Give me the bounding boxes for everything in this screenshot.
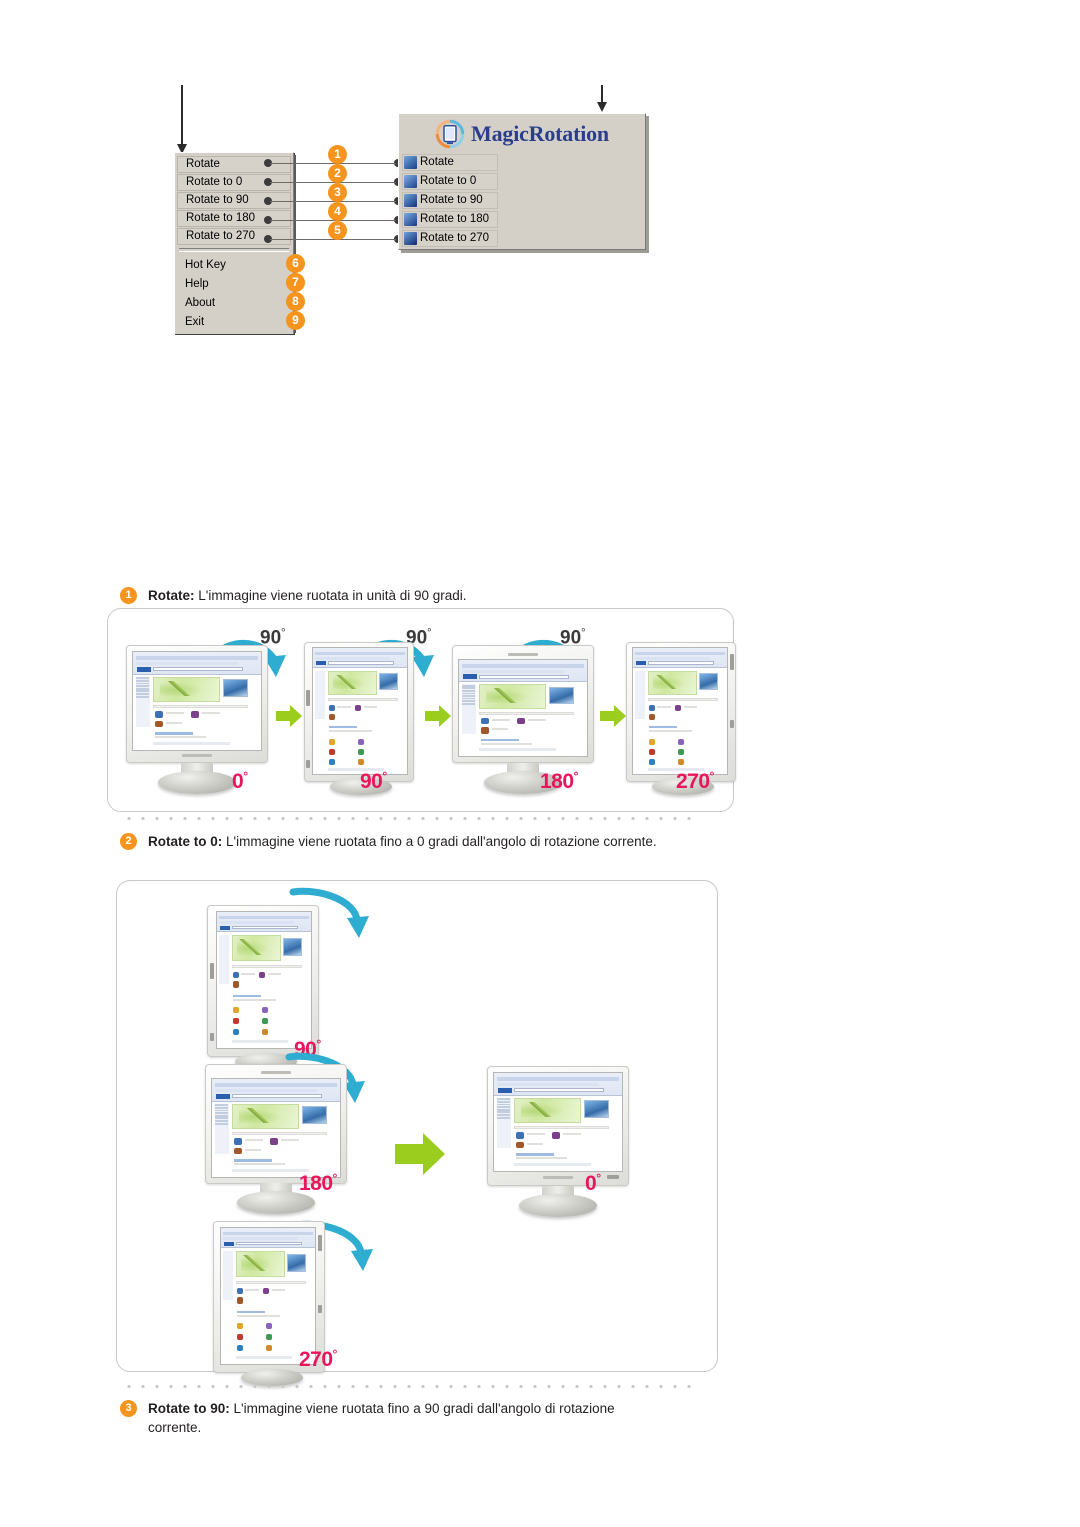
pointer-arrow-to-context-menu (177, 85, 187, 154)
ctx-item-help[interactable]: Help (177, 275, 291, 293)
mr-item-rotate-label: Rotate (420, 156, 454, 168)
monitor-base (158, 771, 236, 794)
monitor-brand-mark (261, 1071, 291, 1074)
screen-page (459, 660, 587, 756)
mr-item-rotate-to-0[interactable]: Rotate to 0 (402, 173, 498, 190)
ctx-item-exit[interactable]: Exit (177, 313, 291, 331)
screen-page (633, 648, 727, 774)
screen-page (494, 1073, 622, 1171)
monitor-side-button (730, 720, 734, 728)
mr-item-rotate-to-90[interactable]: Rotate to 90 (402, 192, 498, 209)
ctx-item-rotate[interactable]: Rotate (177, 156, 291, 173)
mr-item-rotate-to-90-label: Rotate to 90 (420, 194, 483, 206)
tray-context-menu[interactable]: Rotate Rotate to 0 Rotate to 90 Rotate t… (174, 152, 294, 334)
monitor-side-button (306, 690, 310, 706)
section-3-badge: 3 (120, 1400, 137, 1417)
magicrotation-title: MagicRotation (471, 121, 609, 146)
mr-item-rotate-to-270[interactable]: Rotate to 270 (402, 230, 498, 247)
monitor-screen (132, 651, 262, 751)
section-2-text: L'immagine viene ruotata fino a 0 gradi … (222, 834, 657, 849)
figure2-step-label-180: 180° (299, 1171, 337, 1195)
callout-badge-7: 7 (286, 273, 305, 292)
figure1-state-label-0: 0° (232, 769, 248, 793)
monitor-screen (493, 1072, 623, 1172)
figure-1-panel: 90° 90° 90° 0° 90° 180° 270° (107, 608, 736, 812)
monitor-screen (458, 659, 588, 757)
pointer-arrow-to-magicrotation-panel (597, 85, 607, 112)
magicrotation-logo-row: MagicRotation (399, 119, 645, 149)
screen-page (133, 652, 261, 750)
ctx-item-rotate-to-180[interactable]: Rotate to 180 (177, 210, 291, 227)
callout-badge-8: 8 (286, 292, 305, 311)
section-3-term: Rotate to 90 (148, 1401, 226, 1416)
figure2-step-label-0: 0° (585, 1171, 601, 1195)
monitor-power-button (607, 1175, 619, 1179)
figure1-monitor-0deg (126, 645, 272, 794)
context-menu-separator (179, 248, 289, 252)
monitor-side-button (210, 963, 214, 979)
rotate-to-180-icon (404, 213, 417, 226)
mr-item-rotate-to-180-label: Rotate to 180 (420, 213, 490, 225)
monitor-base (519, 1194, 597, 1217)
monitor-screen (632, 647, 728, 775)
monitor-side-button (210, 1033, 214, 1041)
magicrotation-callout-diagram: Rotate Rotate to 0 Rotate to 90 Rotate t… (0, 0, 1080, 360)
monitor-screen (220, 1227, 316, 1365)
figure1-green-arrow-3 (600, 705, 626, 727)
rotate-to-0-icon (404, 175, 417, 188)
magicrotation-logo-icon (435, 119, 465, 149)
mr-item-rotate-to-270-label: Rotate to 270 (420, 232, 490, 244)
magicrotation-panel[interactable]: MagicRotation Rotate Rotate to 0 Rotate … (398, 113, 646, 250)
divider-2 (122, 1384, 692, 1389)
rotate-to-270-icon (404, 232, 417, 245)
monitor-side-button (306, 760, 310, 768)
figure1-state-label-180: 180° (540, 769, 578, 793)
screen-page (313, 648, 407, 774)
figure1-state-label-90: 90° (360, 769, 387, 793)
monitor-brand-mark (543, 1176, 573, 1179)
monitor-brand-mark (508, 653, 538, 656)
callout-badge-6: 6 (286, 254, 305, 273)
callout-badge-4: 4 (328, 202, 347, 221)
figure2-curved-arrow-1 (289, 887, 369, 938)
divider-1 (122, 816, 692, 821)
callout-badge-9: 9 (286, 311, 305, 330)
section-2-badge: 2 (120, 833, 137, 850)
figure1-green-arrow-1 (276, 705, 302, 727)
mr-item-rotate[interactable]: Rotate (402, 154, 498, 171)
ctx-item-rotate-to-270[interactable]: Rotate to 270 (177, 228, 291, 245)
monitor-side-button (318, 1235, 322, 1251)
ctx-item-hot-key[interactable]: Hot Key (177, 256, 291, 274)
callout-badge-5: 5 (328, 221, 347, 240)
section-1-caption: 1 Rotate: L'immagine viene ruotata in uni… (120, 586, 728, 605)
section-1-text: L'immagine viene ruotata in unità di 90 … (194, 588, 467, 603)
figure1-state-label-270: 270° (676, 769, 714, 793)
monitor-brand-mark (182, 754, 212, 757)
monitor-side-button (730, 654, 734, 670)
figure1-green-arrow-2 (425, 705, 451, 727)
section-1-term: Rotate (148, 588, 191, 603)
screen-page (221, 1228, 315, 1364)
rotate-icon (404, 156, 417, 169)
ctx-item-about[interactable]: About (177, 294, 291, 312)
section-2-caption: 2 Rotate to 0: L'immagine viene ruotata f… (120, 832, 708, 851)
mr-item-rotate-to-0-label: Rotate to 0 (420, 175, 477, 187)
figure-2-panel: 90° 180° 270° 0° (116, 880, 718, 1386)
section-2-term: Rotate to 0 (148, 834, 218, 849)
figure2-green-arrow (395, 1133, 445, 1175)
monitor-side-button (318, 1305, 322, 1313)
section-3-caption: 3 Rotate to 90: L'immagine viene ruotata … (120, 1399, 648, 1437)
callout-badge-3: 3 (328, 183, 347, 202)
rotate-to-90-icon (404, 194, 417, 207)
monitor-screen (312, 647, 408, 775)
callout-badge-2: 2 (328, 164, 347, 183)
screen-page (212, 1079, 340, 1177)
figure2-monitor-0deg (487, 1066, 633, 1217)
figure2-step-label-270: 270° (299, 1347, 337, 1371)
mr-item-rotate-to-180[interactable]: Rotate to 180 (402, 211, 498, 228)
section-1-badge: 1 (120, 587, 137, 604)
monitor-screen (211, 1078, 341, 1178)
callout-badge-1: 1 (328, 145, 347, 164)
